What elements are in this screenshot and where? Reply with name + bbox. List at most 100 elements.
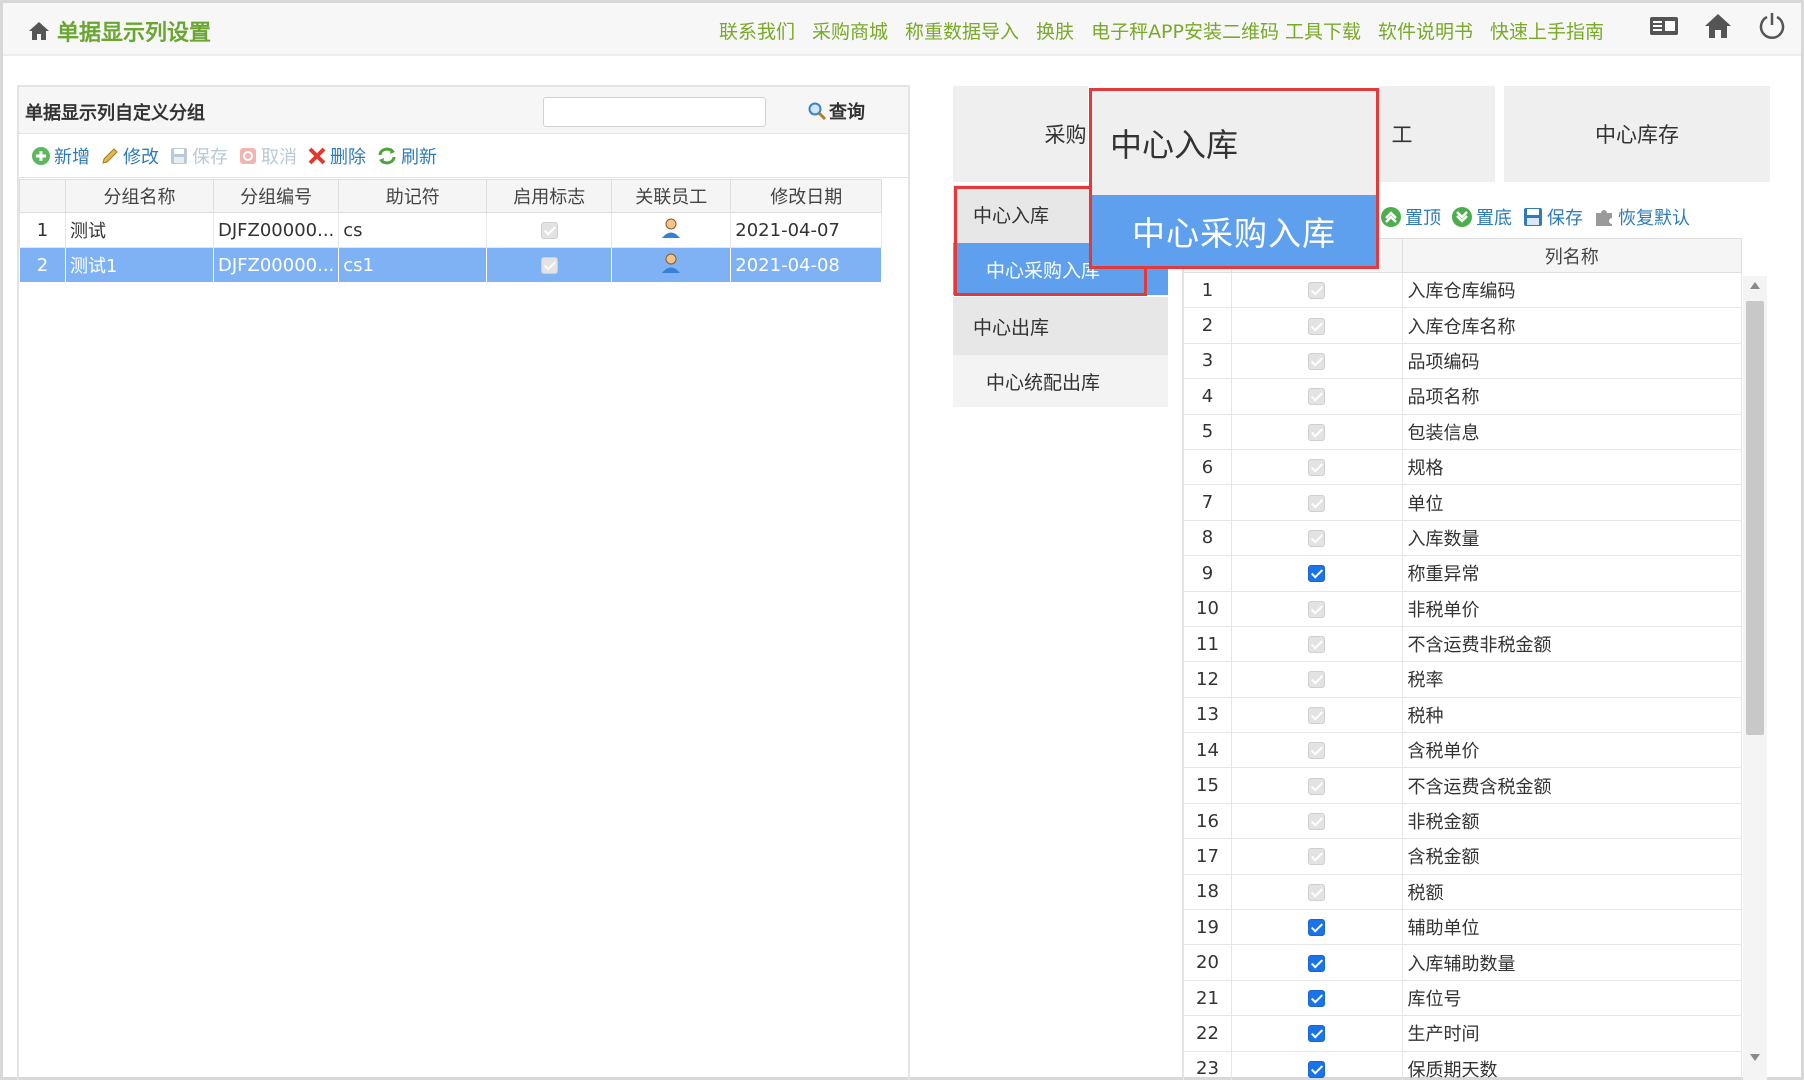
pin-bottom-button[interactable]: 置底 xyxy=(1451,204,1512,230)
visible-checkbox[interactable] xyxy=(1308,954,1326,972)
table-row[interactable]: 9 称重异常 xyxy=(1183,555,1742,592)
enabled-checkbox[interactable] xyxy=(540,257,558,274)
column-save-button[interactable]: 保存 xyxy=(1522,204,1583,230)
table-row[interactable]: 13 税种 xyxy=(1183,696,1742,734)
cancel-button[interactable]: 取消 xyxy=(238,143,297,169)
visible-checkbox[interactable] xyxy=(1308,1060,1326,1078)
visible-checkbox[interactable] xyxy=(1308,423,1326,441)
visible-checkbox[interactable] xyxy=(1308,388,1326,406)
scroll-down-arrow-icon[interactable] xyxy=(1750,1054,1760,1061)
zoom-callout: 中心入库 中心采购入库 xyxy=(1089,88,1379,269)
enabled-checkbox[interactable] xyxy=(540,222,558,239)
visible-checkbox[interactable] xyxy=(1308,636,1326,654)
visible-checkbox[interactable] xyxy=(1308,565,1326,583)
col-enabled[interactable]: 启用标志 xyxy=(486,179,613,213)
link-manual[interactable]: 软件说明书 xyxy=(1378,17,1473,44)
visible-checkbox[interactable] xyxy=(1308,671,1326,689)
column-grid: 列名称 1 入库仓库编码 2 入库仓库名称 3 品项编码 4 品项名称 5 包装信息 6 规格 7 单位 8… xyxy=(1182,238,1742,1080)
table-row[interactable]: 8 入库数量 xyxy=(1183,519,1742,557)
table-row[interactable]: 14 含税单价 xyxy=(1183,732,1742,769)
home-icon xyxy=(29,22,49,40)
link-skin[interactable]: 换肤 xyxy=(1036,17,1074,44)
visible-checkbox[interactable] xyxy=(1308,990,1326,1007)
visible-checkbox[interactable] xyxy=(1308,317,1326,335)
table-row[interactable]: 21 库位号 xyxy=(1183,979,1742,1017)
table-row[interactable]: 1 测试 DJFZ00000... cs 2021-04-07 xyxy=(19,212,883,248)
table-row[interactable]: 3 品项编码 xyxy=(1183,342,1742,380)
user-icon[interactable] xyxy=(660,217,682,239)
visible-checkbox[interactable] xyxy=(1308,459,1326,477)
col-mnemonic[interactable]: 助记符 xyxy=(338,179,488,213)
table-row[interactable]: 23 保质期天数 xyxy=(1183,1050,1742,1080)
visible-checkbox[interactable] xyxy=(1308,706,1326,724)
power-icon[interactable] xyxy=(1757,11,1787,41)
table-row[interactable]: 6 规格 xyxy=(1183,448,1742,486)
visible-checkbox[interactable] xyxy=(1308,1025,1326,1043)
table-row[interactable]: 12 税率 xyxy=(1183,661,1742,698)
table-row[interactable]: 16 非税金额 xyxy=(1183,802,1742,840)
cell-employee xyxy=(611,212,732,248)
add-button[interactable]: 新增 xyxy=(31,143,90,169)
nav-item-center-distribution-out[interactable]: 中心统配出库 xyxy=(953,355,1168,407)
refresh-button[interactable]: 刷新 xyxy=(376,143,437,169)
link-weigh-import[interactable]: 称重数据导入 xyxy=(905,17,1019,44)
refresh-icon xyxy=(378,147,396,164)
visible-checkbox[interactable] xyxy=(1308,883,1326,901)
table-row[interactable]: 4 品项名称 xyxy=(1183,378,1742,415)
visible-checkbox[interactable] xyxy=(1308,494,1326,512)
link-contact[interactable]: 联系我们 xyxy=(719,17,795,44)
edit-button[interactable]: 修改 xyxy=(100,143,159,169)
visible-checkbox[interactable] xyxy=(1308,919,1326,937)
visible-checkbox[interactable] xyxy=(1308,529,1326,547)
visible-checkbox[interactable] xyxy=(1308,742,1326,760)
nav-group-center-out[interactable]: 中心出库 xyxy=(953,297,1168,355)
id-card-icon[interactable] xyxy=(1649,15,1679,37)
cell-mnemonic: cs1 xyxy=(338,247,488,283)
table-row[interactable]: 15 不含运费含税金额 xyxy=(1183,767,1742,804)
col-group-code[interactable]: 分组编号 xyxy=(212,179,340,213)
visible-checkbox[interactable] xyxy=(1308,813,1326,831)
save-button[interactable]: 保存 xyxy=(169,143,228,169)
table-row[interactable]: 19 辅助单位 xyxy=(1183,909,1742,946)
visible-checkbox[interactable] xyxy=(1308,777,1326,795)
home-nav-icon[interactable] xyxy=(1703,12,1733,40)
query-button[interactable]: 查询 xyxy=(807,98,865,124)
row-number: 5 xyxy=(1183,413,1232,450)
user-icon[interactable] xyxy=(660,252,682,274)
column-grid-scrollbar[interactable] xyxy=(1743,276,1767,1080)
restore-default-button[interactable]: 恢复默认 xyxy=(1593,204,1690,230)
table-row[interactable]: 10 非税单价 xyxy=(1183,590,1742,627)
table-row[interactable]: 1 入库仓库编码 xyxy=(1183,271,1742,309)
scroll-up-arrow-icon[interactable] xyxy=(1750,282,1760,289)
cell-column-name: 品项名称 xyxy=(1401,378,1742,415)
link-mall[interactable]: 采购商城 xyxy=(812,17,888,44)
tab-processing[interactable]: 工 xyxy=(1379,86,1495,182)
pin-top-button[interactable]: 置顶 xyxy=(1380,204,1441,230)
group-search-input[interactable] xyxy=(543,97,766,127)
visible-checkbox[interactable] xyxy=(1308,282,1326,300)
delete-button[interactable]: 删除 xyxy=(307,143,366,169)
table-row[interactable]: 5 包装信息 xyxy=(1183,413,1742,450)
col-date[interactable]: 修改日期 xyxy=(730,179,883,213)
visible-checkbox[interactable] xyxy=(1308,352,1326,370)
table-row[interactable]: 2 入库仓库名称 xyxy=(1183,307,1742,344)
table-row[interactable]: 18 税额 xyxy=(1183,873,1742,911)
link-app-download[interactable]: 电子秤APP安装二维码 工具下载 xyxy=(1091,17,1361,44)
col-column-name[interactable]: 列名称 xyxy=(1401,238,1742,273)
table-row[interactable]: 22 生产时间 xyxy=(1183,1015,1742,1052)
col-group-name[interactable]: 分组名称 xyxy=(65,179,214,213)
scroll-thumb[interactable] xyxy=(1746,301,1764,735)
table-row[interactable]: 17 含税金额 xyxy=(1183,838,1742,875)
tab-center-stock[interactable]: 中心库存 xyxy=(1504,86,1770,182)
table-row[interactable]: 11 不含运费非税金额 xyxy=(1183,625,1742,663)
visible-checkbox[interactable] xyxy=(1308,848,1326,866)
row-number: 7 xyxy=(1183,484,1232,521)
table-row-selected[interactable]: 2 测试1 DJFZ00000... cs1 2021-04-08 xyxy=(19,247,883,283)
disk-icon xyxy=(171,147,187,164)
table-row[interactable]: 20 入库辅助数量 xyxy=(1183,944,1742,981)
tab-purchase[interactable]: 采购 xyxy=(953,86,1088,182)
visible-checkbox[interactable] xyxy=(1308,600,1326,618)
link-quickstart[interactable]: 快速上手指南 xyxy=(1490,17,1604,44)
table-row[interactable]: 7 单位 xyxy=(1183,484,1742,521)
col-employee[interactable]: 关联员工 xyxy=(611,179,732,213)
